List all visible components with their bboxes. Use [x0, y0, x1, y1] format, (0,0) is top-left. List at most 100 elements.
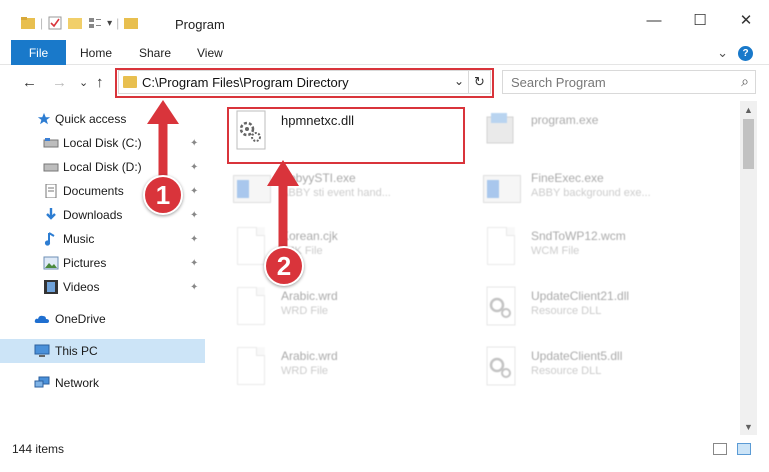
folder-icon	[21, 17, 35, 29]
scroll-down-icon[interactable]: ▼	[740, 418, 757, 435]
scroll-up-icon[interactable]: ▲	[740, 101, 757, 118]
videos-icon	[44, 280, 58, 294]
file-description: WRD File	[281, 305, 329, 317]
star-icon	[37, 112, 51, 125]
address-bar[interactable]: C:\Program Files\Program Directory ⌄ ↻	[118, 70, 491, 94]
customize-icon[interactable]	[87, 15, 103, 31]
sidebar-item-label: Videos	[63, 280, 100, 294]
callout-1: 1	[143, 175, 183, 215]
file-item[interactable]: program.exe	[481, 107, 721, 159]
installer-icon	[486, 113, 514, 144]
sidebar-item-network[interactable]: Network	[0, 371, 205, 395]
pin-icon[interactable]: ✦	[190, 282, 198, 293]
expand-ribbon-icon[interactable]: ⌄	[717, 45, 728, 61]
forward-button[interactable]: →	[52, 74, 67, 91]
tab-share[interactable]: Share	[139, 46, 171, 60]
details-view-icon[interactable]	[713, 443, 727, 455]
sidebar-item-local-disk-d[interactable]: Local Disk (D:) ✦	[0, 155, 205, 179]
title-bar: | ▾ | Program — ☐ ✕	[0, 0, 769, 40]
file-description: ABBY sti event hand...	[281, 187, 391, 199]
file-item[interactable]: SndToWP12.wcm WCM File	[481, 223, 721, 275]
pin-icon[interactable]: ✦	[190, 186, 198, 197]
qat-dropdown-icon[interactable]: ▾	[107, 18, 112, 29]
refresh-button[interactable]: ↻	[468, 71, 490, 93]
file-icon	[237, 347, 265, 385]
sidebar-item-videos[interactable]: Videos ✦	[0, 275, 205, 299]
download-icon	[46, 208, 56, 220]
network-icon	[34, 376, 50, 388]
address-folder-icon	[123, 76, 137, 88]
separator: |	[40, 16, 44, 30]
drive-icon	[43, 138, 59, 148]
file-name: AbbyySTI.exe	[281, 171, 356, 185]
ribbon-right: ⌄ ?	[717, 45, 753, 61]
file-name: SndToWP12.wcm	[531, 229, 626, 243]
up-button[interactable]: ↑	[96, 74, 104, 91]
file-item[interactable]: Arabic.wrd WRD File	[231, 343, 471, 395]
tab-view[interactable]: View	[197, 46, 223, 60]
documents-icon	[45, 184, 57, 198]
cloud-icon	[34, 315, 49, 323]
sidebar-item-label: Pictures	[63, 256, 107, 270]
item-count: 144 items	[12, 442, 65, 456]
file-name: Arabic.wrd	[281, 289, 338, 303]
file-icon	[237, 287, 265, 325]
sidebar-item-label: Network	[55, 376, 100, 390]
pin-icon[interactable]: ✦	[190, 258, 198, 269]
computer-icon	[34, 344, 50, 357]
file-name: Arabic.wrd	[281, 349, 338, 363]
sidebar-item-label: Local Disk (C:)	[63, 136, 142, 150]
file-name: hpmnetxc.dll	[281, 113, 354, 128]
tab-home[interactable]: Home	[80, 46, 112, 60]
vertical-scrollbar[interactable]: ▲ ▼	[740, 101, 757, 435]
new-folder-icon[interactable]	[67, 15, 83, 31]
search-icon[interactable]: ⌕	[741, 73, 749, 90]
file-name: Korean.cjk	[281, 229, 338, 243]
sidebar-item-quick-access[interactable]: Quick access	[0, 107, 205, 131]
sidebar-item-label: Music	[63, 232, 95, 246]
navigation-bar: ← → ⌄ ↑ C:\Program Files\Program Directo…	[0, 65, 769, 101]
file-item[interactable]: Arabic.wrd WRD File	[231, 283, 471, 335]
sidebar-item-onedrive[interactable]: OneDrive	[0, 307, 205, 331]
music-icon	[44, 232, 55, 246]
file-name: UpdateClient21.dll	[531, 289, 630, 303]
search-box[interactable]: Search Program ⌕	[502, 70, 756, 94]
search-placeholder: Search Program	[511, 75, 606, 90]
pin-icon[interactable]: ✦	[190, 234, 198, 245]
help-icon[interactable]: ?	[738, 45, 753, 61]
address-path[interactable]: C:\Program Files\Program Directory	[142, 75, 349, 90]
scroll-thumb[interactable]	[743, 119, 754, 169]
minimize-button[interactable]: —	[631, 0, 677, 40]
dll-gear-icon	[486, 346, 516, 386]
address-dropdown-icon[interactable]: ⌄	[454, 74, 464, 88]
sidebar-item-this-pc[interactable]: This PC	[0, 339, 205, 363]
properties-icon[interactable]	[47, 15, 63, 31]
pin-icon[interactable]: ✦	[190, 162, 198, 173]
file-item[interactable]: FineExec.exe ABBY background exe...	[481, 165, 721, 217]
pictures-icon	[43, 256, 59, 270]
file-name: program.exe	[531, 113, 599, 127]
file-icon	[487, 227, 515, 265]
sidebar-item-music[interactable]: Music ✦	[0, 227, 205, 251]
exe-icon	[483, 175, 521, 203]
navigation-pane: Quick access Local Disk (C:) ✦ Local Dis…	[0, 101, 205, 435]
tab-file[interactable]: File	[11, 40, 66, 65]
back-button[interactable]: ←	[22, 74, 37, 91]
file-item[interactable]: UpdateClient5.dll Resource DLL	[481, 343, 721, 395]
maximize-button[interactable]: ☐	[677, 0, 723, 40]
sidebar-item-pictures[interactable]: Pictures ✦	[0, 251, 205, 275]
large-icons-view-icon[interactable]	[737, 443, 751, 455]
sidebar-item-label: OneDrive	[55, 312, 106, 326]
file-item[interactable]: UpdateClient21.dll Resource DLL	[481, 283, 721, 335]
sidebar-item-local-disk-c[interactable]: Local Disk (C:) ✦	[0, 131, 205, 155]
file-description: Resource DLL	[531, 365, 602, 377]
sidebar-item-label: Quick access	[55, 112, 127, 126]
close-button[interactable]: ✕	[723, 0, 769, 40]
file-item-hpmnetxc[interactable]: hpmnetxc.dll	[231, 107, 471, 159]
sidebar-item-label: Local Disk (D:)	[63, 160, 142, 174]
pin-icon[interactable]: ✦	[190, 138, 198, 149]
sidebar-item-label: Downloads	[63, 208, 123, 222]
pin-icon[interactable]: ✦	[190, 210, 198, 221]
recent-locations-button[interactable]: ⌄	[79, 76, 88, 89]
file-item[interactable]: AbbyySTI.exe ABBY sti event hand...	[231, 165, 471, 217]
